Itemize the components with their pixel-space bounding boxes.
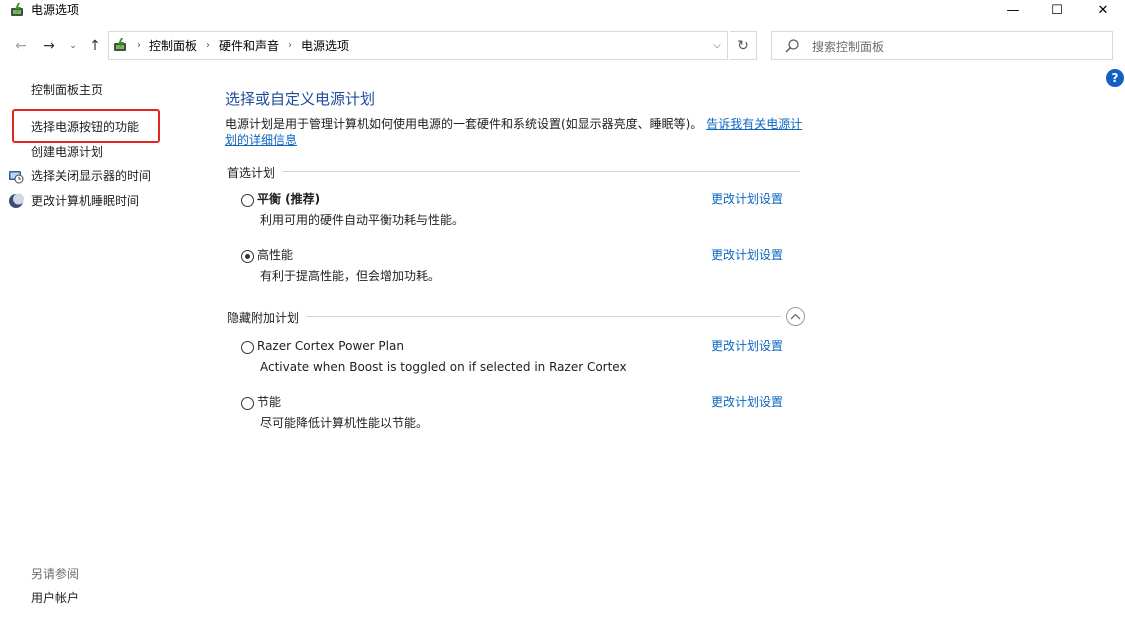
collapse-button[interactable] (786, 307, 805, 326)
preferred-plans-header: 首选计划 (227, 166, 276, 180)
search-icon (785, 39, 799, 53)
close-button[interactable]: ✕ (1080, 0, 1125, 20)
breadcrumb: › 控制面板 › 硬件和声音 › 电源选项 (133, 32, 349, 59)
change-plan-settings-razer[interactable]: 更改计划设置 (711, 338, 783, 354)
group-divider (282, 171, 800, 172)
address-bar[interactable]: › 控制面板 › 硬件和声音 › 电源选项 ⌵ (108, 31, 728, 60)
change-plan-settings-high-performance[interactable]: 更改计划设置 (711, 247, 783, 263)
plan-radio-power-saver[interactable] (241, 397, 254, 410)
breadcrumb-hardware-sound[interactable]: 硬件和声音 (219, 37, 279, 54)
plan-desc-power-saver: 尽可能降低计算机性能以节能。 (260, 416, 429, 430)
help-icon[interactable]: ? (1106, 69, 1124, 87)
user-accounts-link[interactable]: 用户帐户 (31, 590, 79, 606)
control-panel-icon (114, 38, 126, 51)
plan-desc-razer: Activate when Boost is toggled on if sel… (260, 360, 627, 374)
recent-locations-button[interactable]: ⌄ (66, 36, 80, 56)
plan-name-balanced[interactable]: 平衡 (推荐) (257, 191, 320, 207)
moon-icon (9, 193, 24, 208)
page-title: 选择或自定义电源计划 (225, 90, 376, 108)
left-pane: 控制面板主页 选择电源按钮的功能 创建电源计划 选择关闭显示器的时间 更改计算机… (0, 62, 210, 624)
breadcrumb-control-panel[interactable]: 控制面板 (149, 37, 197, 54)
page-description: 电源计划是用于管理计算机如何使用电源的一套硬件和系统设置(如显示器亮度、睡眠等)… (225, 116, 805, 148)
plan-radio-razer[interactable] (241, 341, 254, 354)
breadcrumb-power-options[interactable]: 电源选项 (301, 37, 349, 54)
sidebar-item-display-off[interactable]: 选择关闭显示器的时间 (31, 168, 151, 184)
group-divider (306, 316, 781, 317)
sidebar-item-power-buttons[interactable]: 选择电源按钮的功能 (31, 119, 139, 135)
power-options-icon (11, 3, 23, 16)
plan-radio-high-performance[interactable] (241, 250, 254, 263)
chevron-right-icon: › (137, 40, 141, 51)
plan-name-power-saver[interactable]: 节能 (257, 394, 281, 410)
chevron-right-icon[interactable]: › (288, 40, 292, 51)
plan-name-high-performance[interactable]: 高性能 (257, 247, 293, 263)
maximize-button[interactable]: ☐ (1034, 0, 1080, 20)
navigation-bar: ← → ⌄ ↑ › 控制面板 › 硬件和声音 › 电源选项 ⌵ ↻ 搜索控制面板 (0, 30, 1125, 62)
title-bar: 电源选项 — ☐ ✕ (0, 0, 1125, 22)
hidden-plans-header: 隐藏附加计划 (227, 311, 300, 325)
plan-radio-balanced[interactable] (241, 194, 254, 207)
chevron-up-icon (790, 313, 801, 320)
display-clock-icon (9, 171, 24, 184)
plan-name-razer[interactable]: Razer Cortex Power Plan (257, 338, 404, 354)
change-plan-settings-power-saver[interactable]: 更改计划设置 (711, 394, 783, 410)
forward-button[interactable]: → (38, 36, 60, 56)
search-placeholder: 搜索控制面板 (812, 40, 885, 54)
refresh-button[interactable]: ↻ (730, 31, 757, 60)
control-panel-home-link[interactable]: 控制面板主页 (31, 82, 103, 98)
plan-desc-balanced: 利用可用的硬件自动平衡功耗与性能。 (260, 213, 465, 227)
plan-desc-high-performance: 有利于提高性能，但会增加功耗。 (260, 269, 441, 283)
chevron-right-icon[interactable]: › (206, 40, 210, 51)
description-text: 电源计划是用于管理计算机如何使用电源的一套硬件和系统设置(如显示器亮度、睡眠等)… (225, 117, 703, 131)
change-plan-settings-balanced[interactable]: 更改计划设置 (711, 191, 783, 207)
back-button[interactable]: ← (10, 36, 32, 56)
search-input[interactable]: 搜索控制面板 (771, 31, 1113, 60)
sidebar-item-create-plan[interactable]: 创建电源计划 (31, 144, 103, 160)
chevron-down-icon[interactable]: ⌵ (707, 32, 727, 59)
window-title: 电源选项 (31, 3, 80, 17)
up-button[interactable]: ↑ (84, 36, 106, 56)
minimize-button[interactable]: — (990, 0, 1036, 20)
see-also-heading: 另请参阅 (31, 567, 80, 581)
sidebar-item-sleep-time[interactable]: 更改计算机睡眠时间 (31, 193, 139, 209)
